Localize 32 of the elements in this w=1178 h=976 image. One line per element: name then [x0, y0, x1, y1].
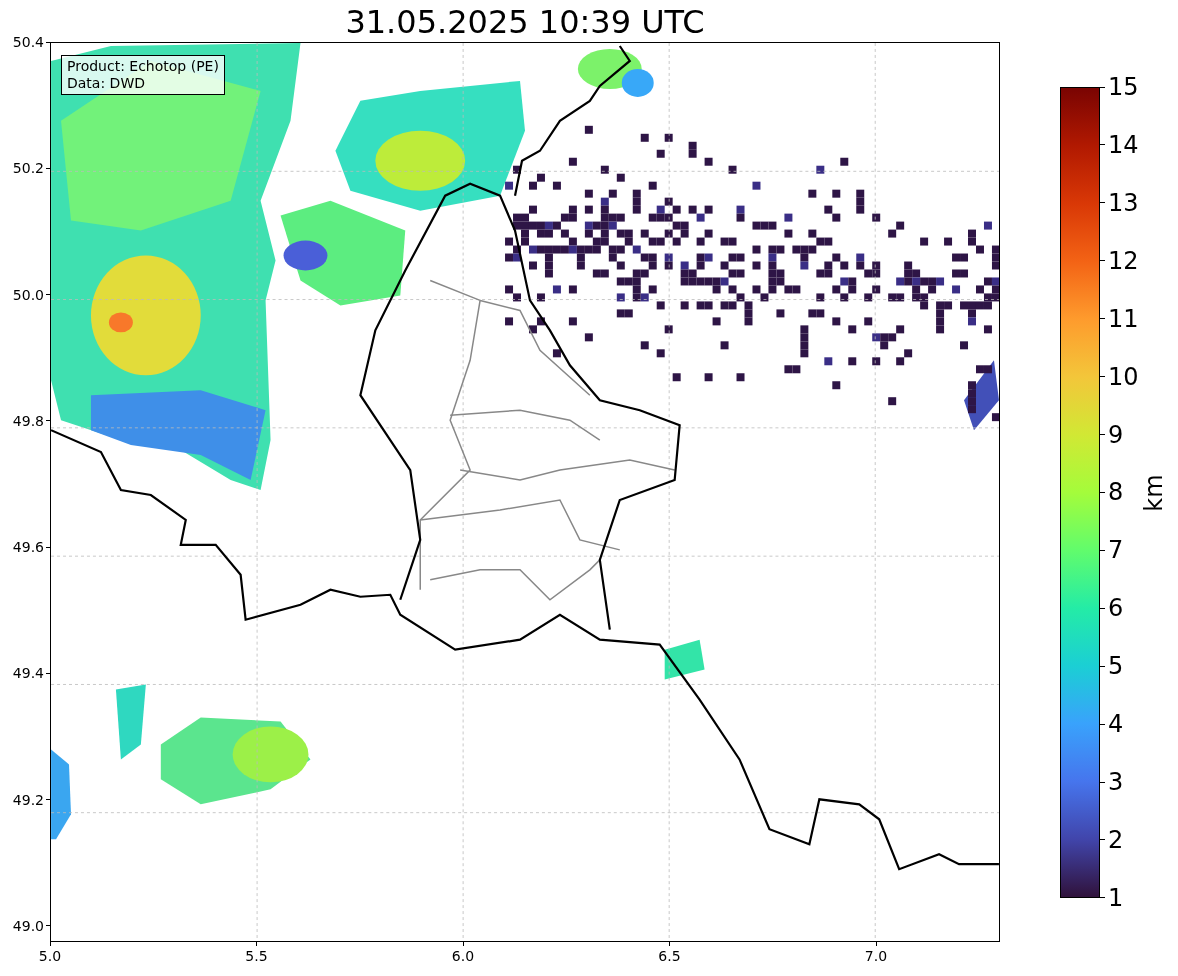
y-tick-label: 49.8 [12, 412, 45, 429]
colorbar-tick-label: 14 [1107, 130, 1139, 159]
colorbar-tick-label: 7 [1107, 536, 1124, 565]
y-tick-label: 50.0 [12, 286, 45, 303]
colorbar-tick-label: 11 [1107, 304, 1139, 333]
colorbar-tick-label: 6 [1107, 594, 1124, 623]
colorbar-tick-label: 3 [1107, 768, 1124, 797]
chart-title: 31.05.2025 10:39 UTC [345, 2, 705, 42]
colorbar-tick-label: 4 [1107, 710, 1124, 739]
colorbar-tick-label: 13 [1107, 188, 1139, 217]
x-tick-label: 7.0 [864, 947, 888, 966]
colorbar-tick-label: 15 [1107, 73, 1139, 101]
colorbar-tick-label: 5 [1107, 652, 1124, 681]
info-text: Product: Echotop (PE) [67, 58, 219, 75]
colorbar-tick-label: 8 [1107, 478, 1124, 507]
x-tick-label: 6.0 [451, 947, 475, 966]
colorbar-tick-label: 12 [1107, 246, 1139, 275]
colorbar-tick-label: 2 [1107, 826, 1124, 854]
x-tick-label: 6.5 [658, 947, 681, 966]
y-tick-label: 49.0 [12, 917, 45, 934]
x-tick-label: 5.5 [245, 947, 268, 966]
info-text: Data: DWD [67, 75, 146, 92]
x-tick-label: 5.0 [38, 947, 62, 966]
y-tick-label: 50.4 [12, 34, 45, 50]
y-tick-label: 50.2 [12, 160, 45, 177]
colorbar-label: km [1139, 473, 1168, 512]
colorbar-tick-label: 9 [1107, 420, 1124, 449]
colorbar-tick-label: 10 [1107, 362, 1139, 391]
y-tick-label: 49.4 [12, 665, 45, 682]
y-tick-label: 49.2 [12, 791, 45, 808]
y-tick-label: 49.6 [12, 539, 45, 556]
colorbar-tick-label: 1 [1107, 883, 1124, 912]
